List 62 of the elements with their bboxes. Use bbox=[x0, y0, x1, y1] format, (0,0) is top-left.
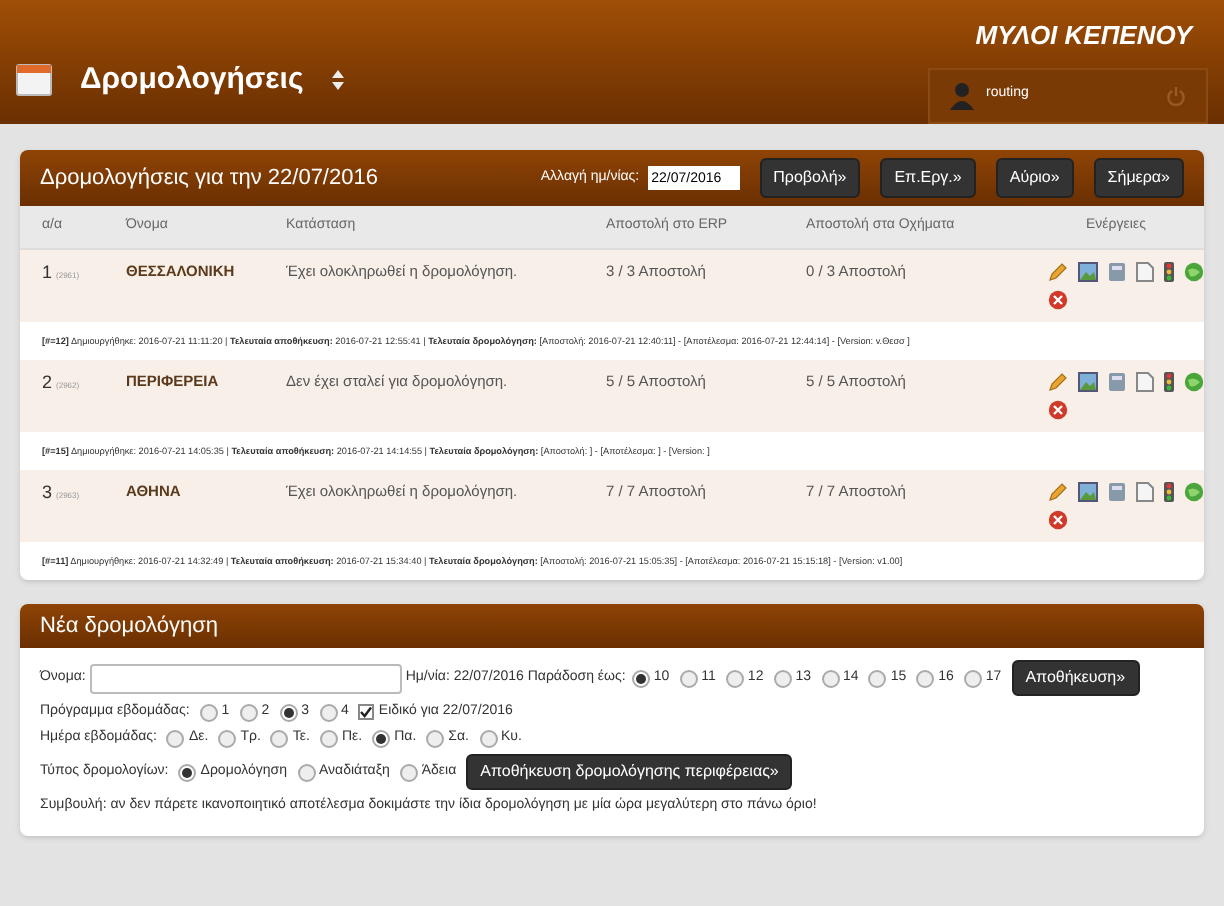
image-icon[interactable] bbox=[1078, 262, 1098, 282]
calculator-icon[interactable] bbox=[1108, 372, 1126, 392]
radio-button[interactable] bbox=[916, 669, 935, 687]
pencil-icon[interactable] bbox=[1048, 482, 1068, 502]
traffic-light-icon[interactable] bbox=[1164, 262, 1174, 282]
panel-title: Νέα δρομολόγηση bbox=[40, 611, 218, 642]
delete-icon[interactable] bbox=[1048, 290, 1068, 310]
radio-button[interactable] bbox=[426, 729, 445, 747]
document-icon[interactable] bbox=[1136, 262, 1154, 282]
delete-icon[interactable] bbox=[1048, 400, 1068, 420]
radio-button[interactable] bbox=[773, 669, 792, 687]
power-icon[interactable] bbox=[1166, 85, 1186, 106]
document-icon[interactable] bbox=[1136, 482, 1154, 502]
traffic-light-icon[interactable] bbox=[1164, 372, 1174, 392]
panel-title: Δρομολογήσεις για την 22/07/2016 bbox=[40, 163, 378, 194]
image-icon[interactable] bbox=[1078, 372, 1098, 392]
pencil-icon[interactable] bbox=[1048, 372, 1068, 392]
radio-button[interactable] bbox=[868, 669, 887, 687]
radio-button[interactable] bbox=[279, 703, 298, 721]
document-icon[interactable] bbox=[1136, 372, 1154, 392]
radio-button[interactable] bbox=[963, 669, 982, 687]
radio-button[interactable] bbox=[199, 703, 218, 721]
pencil-icon[interactable] bbox=[1048, 262, 1068, 282]
row-number: 2 bbox=[42, 372, 53, 392]
nav-button[interactable]: Σήμερα» bbox=[1093, 158, 1184, 198]
save-region-button[interactable]: Αποθήκευση δρομολόγησης περιφέρειας» bbox=[466, 754, 793, 790]
globe-icon[interactable] bbox=[1184, 482, 1204, 502]
radio-button[interactable] bbox=[218, 729, 237, 747]
radio-button[interactable] bbox=[319, 703, 338, 721]
radio-button[interactable] bbox=[178, 763, 197, 781]
traffic-light-icon[interactable] bbox=[1164, 482, 1174, 502]
globe-icon[interactable] bbox=[1184, 262, 1204, 282]
row-number: 3 bbox=[42, 482, 53, 502]
radio-button[interactable] bbox=[479, 729, 497, 747]
delete-icon[interactable] bbox=[1048, 510, 1068, 530]
image-icon[interactable] bbox=[1078, 482, 1098, 502]
special-checkbox[interactable] bbox=[358, 704, 375, 720]
nav-button[interactable]: Επ.Εργ.» bbox=[880, 158, 976, 198]
radio-button[interactable] bbox=[372, 729, 391, 747]
brand-title: ΜΥΛΟΙ ΚΕΠΕΝΟΥ bbox=[975, 18, 1192, 54]
nav-button[interactable]: Αύριο» bbox=[995, 158, 1074, 198]
radio-button[interactable] bbox=[239, 703, 258, 721]
row-number: 1 bbox=[42, 262, 53, 282]
calendar-icon bbox=[16, 64, 52, 96]
radio-button[interactable] bbox=[166, 729, 185, 747]
calculator-icon[interactable] bbox=[1108, 262, 1126, 282]
section-title: Δρομολογήσεις bbox=[80, 59, 304, 100]
radio-button[interactable] bbox=[725, 669, 744, 687]
radio-button[interactable] bbox=[399, 763, 418, 781]
name-field[interactable] bbox=[89, 663, 402, 693]
radio-button[interactable] bbox=[270, 729, 289, 747]
calculator-icon[interactable] bbox=[1108, 482, 1126, 502]
radio-button[interactable] bbox=[631, 669, 650, 687]
nav-button[interactable]: Προβολή» bbox=[759, 158, 861, 198]
radio-button[interactable] bbox=[320, 729, 338, 747]
radio-button[interactable] bbox=[679, 669, 698, 687]
globe-icon[interactable] bbox=[1184, 372, 1204, 392]
save-button[interactable]: Αποθήκευση» bbox=[1011, 660, 1140, 696]
radio-button[interactable] bbox=[297, 763, 316, 781]
user-icon bbox=[950, 81, 974, 110]
radio-button[interactable] bbox=[821, 669, 840, 687]
sort-icon[interactable] bbox=[331, 70, 344, 90]
